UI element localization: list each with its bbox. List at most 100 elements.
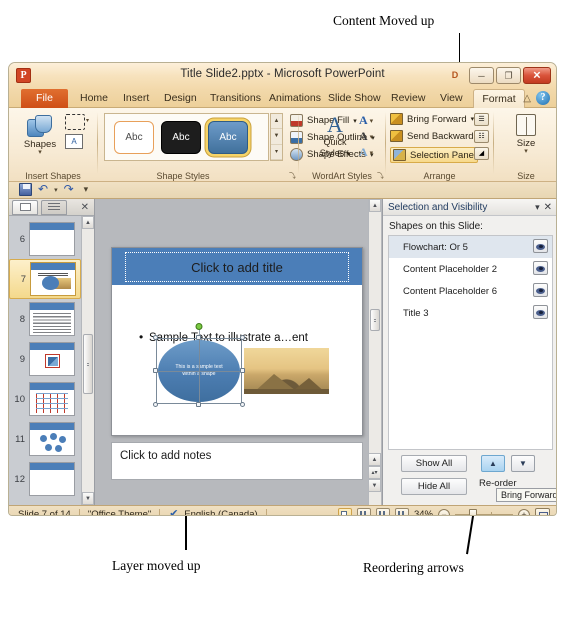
thumbnail-slide-10[interactable]: 10 [9, 379, 81, 419]
maximize-button[interactable]: ❐ [496, 67, 521, 84]
thumbnail-slide-7[interactable]: 7 [9, 259, 81, 299]
group-button[interactable]: ☷ [474, 130, 489, 143]
scroll-down-button[interactable]: ▼ [82, 492, 94, 505]
tab-review[interactable]: Review [384, 89, 432, 108]
thumbnail-slide-12[interactable]: 12 [9, 459, 81, 499]
rotate-button[interactable]: ◢ [474, 147, 489, 160]
zoom-slider[interactable] [455, 508, 513, 515]
bring-forward-button[interactable]: Bring Forward ▾ [390, 113, 474, 125]
align-button[interactable]: ☰ [474, 113, 489, 126]
show-all-button[interactable]: Show All [401, 455, 467, 472]
scrollbar-thumb[interactable] [83, 334, 93, 394]
language-label[interactable]: English (Canada) [184, 509, 257, 515]
canvas-scrollbar[interactable]: ▲ ▲ ▴▾ ▼ [368, 199, 381, 505]
chevron-down-icon[interactable]: ▾ [86, 117, 89, 124]
tab-design[interactable]: Design [157, 89, 204, 108]
close-button[interactable]: ✕ [523, 67, 551, 84]
slide-picture[interactable] [244, 348, 329, 394]
customize-qat-icon[interactable]: ▾ [84, 184, 89, 195]
previous-slide-button[interactable]: ▲ [368, 453, 381, 466]
shape-style-1[interactable]: Abc [114, 120, 154, 154]
shape-list-item-title-3[interactable]: Title 3 [389, 302, 552, 324]
slide-counter[interactable]: Slide 7 of 14 [18, 509, 71, 515]
gallery-scroll-up-button[interactable]: ▲ [271, 114, 282, 130]
text-outline-button[interactable]: A ▾ [359, 129, 373, 144]
spell-check-icon[interactable] [168, 507, 182, 516]
scroll-up-button[interactable]: ▲ [82, 216, 94, 229]
gallery-more-button[interactable]: ▾ [271, 145, 282, 160]
tab-slide-show[interactable]: Slide Show [321, 89, 388, 108]
shape-list-item-content-placeholder-2[interactable]: Content Placeholder 2 [389, 258, 552, 280]
page-break-button[interactable]: ▴▾ [368, 466, 381, 479]
rotation-handle[interactable] [195, 323, 203, 330]
wordart-quick-styles-button[interactable]: A Quick Styles ▾ [313, 113, 357, 160]
tab-home[interactable]: Home [73, 89, 115, 108]
tab-slides[interactable] [12, 199, 38, 215]
text-effects-button[interactable]: A ▾ [359, 145, 373, 160]
tab-transitions[interactable]: Transitions [203, 89, 268, 108]
gallery-scroll-down-button[interactable]: ▼ [271, 129, 282, 145]
help-icon[interactable]: ? [536, 91, 550, 105]
reorder-up-button[interactable]: ▲ [481, 455, 505, 472]
zoom-level-label[interactable]: 34% [414, 509, 433, 515]
thumbnail-slide-9[interactable]: 9 [9, 339, 81, 379]
tab-file[interactable]: File [21, 89, 68, 108]
canvas-scrollbar-thumb[interactable] [370, 309, 380, 331]
slide-title-placeholder[interactable]: Click to add title [125, 252, 349, 282]
tab-format[interactable]: Format [473, 89, 525, 108]
close-thumbnail-pane-button[interactable]: ✕ [81, 202, 89, 213]
fit-slide-to-window-button[interactable] [535, 508, 550, 515]
shape-list-item-content-placeholder-6[interactable]: Content Placeholder 6 [389, 280, 552, 302]
shape-list-item-flowchart-or-5[interactable]: Flowchart: Or 5 [389, 236, 552, 258]
tab-outline[interactable] [41, 199, 67, 215]
edit-shape-button[interactable] [65, 114, 85, 130]
tab-insert[interactable]: Insert [116, 89, 156, 108]
zoom-in-button[interactable]: + [518, 508, 530, 515]
thumbnail-slide-8[interactable]: 8 [9, 299, 81, 339]
visibility-eye-icon[interactable] [533, 283, 548, 297]
zoom-out-button[interactable]: − [438, 508, 450, 515]
close-icon[interactable]: ✕ [544, 202, 556, 213]
canvas-scroll-up-button[interactable]: ▲ [369, 199, 381, 212]
shape-list: Flowchart: Or 5 Content Placeholder 2 Co… [388, 235, 553, 450]
reorder-down-button[interactable]: ▼ [511, 455, 535, 472]
selection-pane-button[interactable]: Selection Pane [390, 147, 478, 163]
text-fill-button[interactable]: A ▾ [359, 113, 373, 128]
tab-view[interactable]: View [433, 89, 470, 108]
notes-pane[interactable]: Click to add notes [111, 442, 363, 480]
minimize-button[interactable]: ─ [469, 67, 494, 84]
minimize-ribbon-icon[interactable]: △ [523, 93, 531, 104]
thumbnail-slide-6[interactable]: 6 [9, 219, 81, 259]
hide-all-button[interactable]: Hide All [401, 478, 467, 495]
visibility-eye-icon[interactable] [533, 239, 548, 253]
chevron-down-icon[interactable]: ▾ [54, 186, 58, 194]
size-button[interactable]: Size ▾ [506, 114, 546, 155]
chevron-down-icon[interactable]: ▾ [535, 202, 544, 213]
shape-style-2[interactable]: Abc [161, 120, 201, 154]
tab-animations[interactable]: Animations [262, 89, 328, 108]
shape-styles-dialog-launcher[interactable]: ⤵ [289, 171, 296, 181]
visibility-eye-icon[interactable] [533, 305, 548, 319]
ribbon-tab-strip: File Home Insert Design Transitions Anim… [9, 89, 556, 108]
slide-editing-surface[interactable]: Click to add title Sample Text to illust… [111, 247, 363, 436]
slide-sorter-view-button[interactable] [356, 508, 371, 515]
quick-access-toolbar: ↶ ▾ ↷ ▾ [9, 182, 556, 199]
save-icon[interactable] [19, 183, 32, 196]
redo-icon[interactable]: ↷ [64, 183, 74, 196]
text-box-button[interactable]: A [65, 134, 83, 149]
reading-view-button[interactable] [375, 508, 390, 515]
undo-icon[interactable]: ↶ [38, 183, 48, 196]
thumbnail-slide-11[interactable]: 11 [9, 419, 81, 459]
normal-view-button[interactable] [337, 508, 352, 515]
dropdown-indicator-icon[interactable]: D [446, 67, 464, 84]
thumbnail-scrollbar[interactable]: ▲ ▼ [81, 216, 94, 505]
wordart-dialog-launcher[interactable]: ⤵ [377, 171, 384, 181]
send-backward-button[interactable]: Send Backward ▾ [390, 130, 481, 142]
shape-styles-gallery[interactable]: Abc Abc Abc [104, 113, 269, 161]
theme-name[interactable]: "Office Theme" [88, 509, 151, 515]
visibility-eye-icon[interactable] [533, 261, 548, 275]
shapes-gallery-button[interactable]: Shapes ▾ [19, 113, 61, 159]
slide-show-button[interactable] [394, 508, 409, 515]
next-slide-button[interactable]: ▼ [368, 479, 381, 492]
shape-style-3-selected[interactable]: Abc [208, 120, 248, 154]
